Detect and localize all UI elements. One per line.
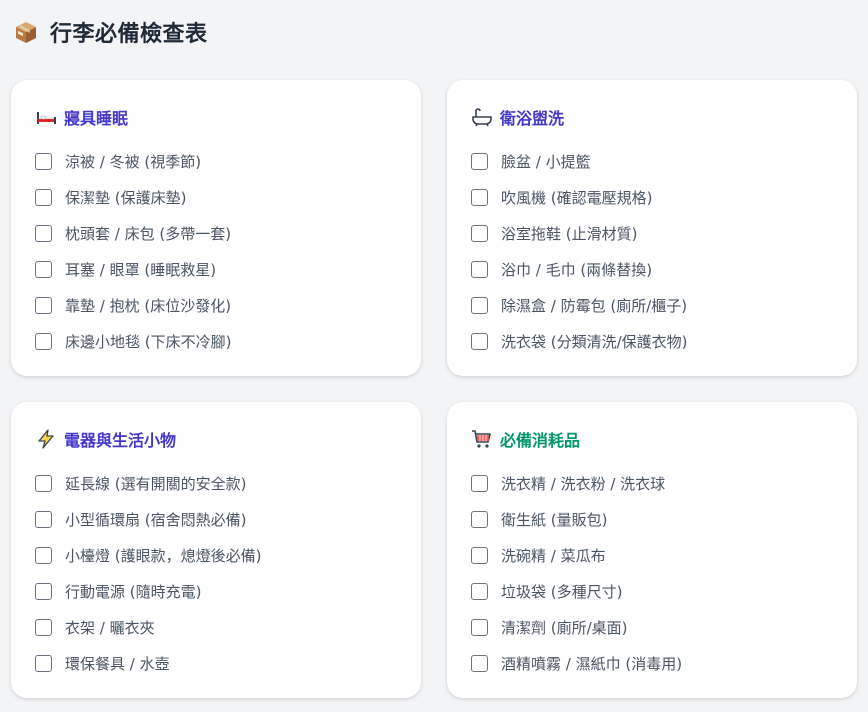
checklist-item[interactable]: 衛生紙 (量販包) — [471, 501, 833, 537]
item-label: 垃圾袋 (多種尺寸) — [501, 582, 623, 601]
item-label: 清潔劑 (廁所/桌面) — [501, 618, 628, 637]
section-card-bedding: 寢具睡眠 涼被 / 冬被 (視季節) 保潔墊 (保護床墊) 枕頭套 / 床包 (… — [11, 80, 421, 376]
checklist-item[interactable]: 除濕盒 / 防霉包 (廁所/櫃子) — [471, 287, 833, 323]
checklist-item[interactable]: 小型循環扇 (宿舍悶熱必備) — [35, 501, 397, 537]
checklist-item[interactable]: 枕頭套 / 床包 (多帶一套) — [35, 215, 397, 251]
checkbox[interactable] — [35, 224, 52, 242]
section-card-bathroom: 衛浴盥洗 臉盆 / 小提籃 吹風機 (確認電壓規格) 浴室拖鞋 (止滑材質) 浴… — [447, 80, 857, 376]
item-label: 洗衣精 / 洗衣粉 / 洗衣球 — [501, 474, 666, 493]
checkbox[interactable] — [35, 654, 52, 672]
checkbox[interactable] — [35, 510, 52, 528]
item-label: 枕頭套 / 床包 (多帶一套) — [65, 224, 232, 243]
item-label: 靠墊 / 抱枕 (床位沙發化) — [65, 296, 232, 315]
section-card-consumables: 必備消耗品 洗衣精 / 洗衣粉 / 洗衣球 衛生紙 (量販包) 洗碗精 / 菜瓜… — [447, 402, 857, 698]
item-label: 洗衣袋 (分類清洗/保護衣物) — [501, 332, 688, 351]
item-label: 環保餐具 / 水壺 — [65, 654, 170, 673]
checklist-item[interactable]: 小檯燈 (護眼款，熄燈後必備) — [35, 537, 397, 573]
item-label: 衣架 / 曬衣夾 — [65, 618, 155, 637]
checklist-item[interactable]: 環保餐具 / 水壺 — [35, 645, 397, 681]
lightning-icon — [35, 428, 57, 450]
page-title: 行李必備檢查表 — [50, 22, 208, 47]
item-label: 臉盆 / 小提籃 — [501, 152, 591, 171]
package-box-icon — [12, 18, 40, 46]
item-label: 耳塞 / 眼罩 (睡眠救星) — [65, 260, 217, 279]
item-label: 涼被 / 冬被 (視季節) — [65, 152, 202, 171]
item-label: 洗碗精 / 菜瓜布 — [501, 546, 606, 565]
section-card-electronics: 電器與生活小物 延長線 (選有開關的安全款) 小型循環扇 (宿舍悶熱必備) 小檯… — [11, 402, 421, 698]
checkbox[interactable] — [35, 546, 52, 564]
checkbox[interactable] — [471, 474, 488, 492]
checkbox[interactable] — [471, 582, 488, 600]
section-header: 電器與生活小物 — [35, 428, 397, 450]
item-label: 吹風機 (確認電壓規格) — [501, 188, 653, 207]
section-title: 寢具睡眠 — [64, 109, 129, 128]
checklist-item[interactable]: 洗衣精 / 洗衣粉 / 洗衣球 — [471, 465, 833, 501]
section-header: 寢具睡眠 — [35, 106, 397, 128]
item-label: 小檯燈 (護眼款，熄燈後必備) — [65, 546, 262, 565]
checklist-item[interactable]: 延長線 (選有開關的安全款) — [35, 465, 397, 501]
item-label: 浴室拖鞋 (止滑材質) — [501, 224, 638, 243]
item-label: 小型循環扇 (宿舍悶熱必備) — [65, 510, 247, 529]
checkbox[interactable] — [35, 332, 52, 350]
checklist-item[interactable]: 靠墊 / 抱枕 (床位沙發化) — [35, 287, 397, 323]
checkbox[interactable] — [35, 474, 52, 492]
checkbox[interactable] — [471, 618, 488, 636]
section-title: 必備消耗品 — [500, 431, 581, 450]
checkbox[interactable] — [471, 510, 488, 528]
checklist-item[interactable]: 浴室拖鞋 (止滑材質) — [471, 215, 833, 251]
checkbox[interactable] — [35, 260, 52, 278]
item-label: 床邊小地毯 (下床不冷腳) — [65, 332, 232, 351]
bed-icon — [35, 106, 57, 128]
checkbox[interactable] — [471, 296, 488, 314]
checkbox[interactable] — [35, 188, 52, 206]
checkbox[interactable] — [35, 582, 52, 600]
item-label: 行動電源 (隨時充電) — [65, 582, 202, 601]
checklist-item[interactable]: 浴巾 / 毛巾 (兩條替換) — [471, 251, 833, 287]
page-header: 行李必備檢查表 — [12, 12, 208, 52]
item-label: 浴巾 / 毛巾 (兩條替換) — [501, 260, 653, 279]
bathtub-icon — [471, 106, 493, 128]
checkbox[interactable] — [471, 224, 488, 242]
checkbox[interactable] — [35, 296, 52, 314]
checklist-item[interactable]: 衣架 / 曬衣夾 — [35, 609, 397, 645]
checkbox[interactable] — [471, 546, 488, 564]
checklist-item[interactable]: 臉盆 / 小提籃 — [471, 143, 833, 179]
checkbox[interactable] — [471, 260, 488, 278]
item-label: 保潔墊 (保護床墊) — [65, 188, 187, 207]
item-label: 衛生紙 (量販包) — [501, 510, 608, 529]
checkbox[interactable] — [471, 188, 488, 206]
checkbox[interactable] — [471, 654, 488, 672]
checklist-item[interactable]: 涼被 / 冬被 (視季節) — [35, 143, 397, 179]
checkbox[interactable] — [35, 618, 52, 636]
checklist-item[interactable]: 床邊小地毯 (下床不冷腳) — [35, 323, 397, 359]
checklist-item[interactable]: 清潔劑 (廁所/桌面) — [471, 609, 833, 645]
item-label: 酒精噴霧 / 濕紙巾 (消毒用) — [501, 654, 683, 673]
checklist-item[interactable]: 吹風機 (確認電壓規格) — [471, 179, 833, 215]
checklist-item[interactable]: 垃圾袋 (多種尺寸) — [471, 573, 833, 609]
shopping-cart-icon — [471, 428, 493, 450]
checklist-item[interactable]: 洗碗精 / 菜瓜布 — [471, 537, 833, 573]
section-header: 衛浴盥洗 — [471, 106, 833, 128]
section-title: 衛浴盥洗 — [500, 109, 565, 128]
checklist-item[interactable]: 酒精噴霧 / 濕紙巾 (消毒用) — [471, 645, 833, 681]
checklist-page: 行李必備檢查表 寢具睡眠 涼被 / 冬被 (視季節) 保潔墊 (保護床墊) 枕頭… — [0, 0, 868, 712]
item-label: 延長線 (選有開關的安全款) — [65, 474, 247, 493]
section-title: 電器與生活小物 — [64, 431, 177, 450]
checklist-item[interactable]: 行動電源 (隨時充電) — [35, 573, 397, 609]
checkbox[interactable] — [35, 152, 52, 170]
checkbox[interactable] — [471, 152, 488, 170]
checklist-item[interactable]: 保潔墊 (保護床墊) — [35, 179, 397, 215]
section-header: 必備消耗品 — [471, 428, 833, 450]
checklist-item[interactable]: 耳塞 / 眼罩 (睡眠救星) — [35, 251, 397, 287]
item-label: 除濕盒 / 防霉包 (廁所/櫃子) — [501, 296, 688, 315]
checklist-item[interactable]: 洗衣袋 (分類清洗/保護衣物) — [471, 323, 833, 359]
checkbox[interactable] — [471, 332, 488, 350]
